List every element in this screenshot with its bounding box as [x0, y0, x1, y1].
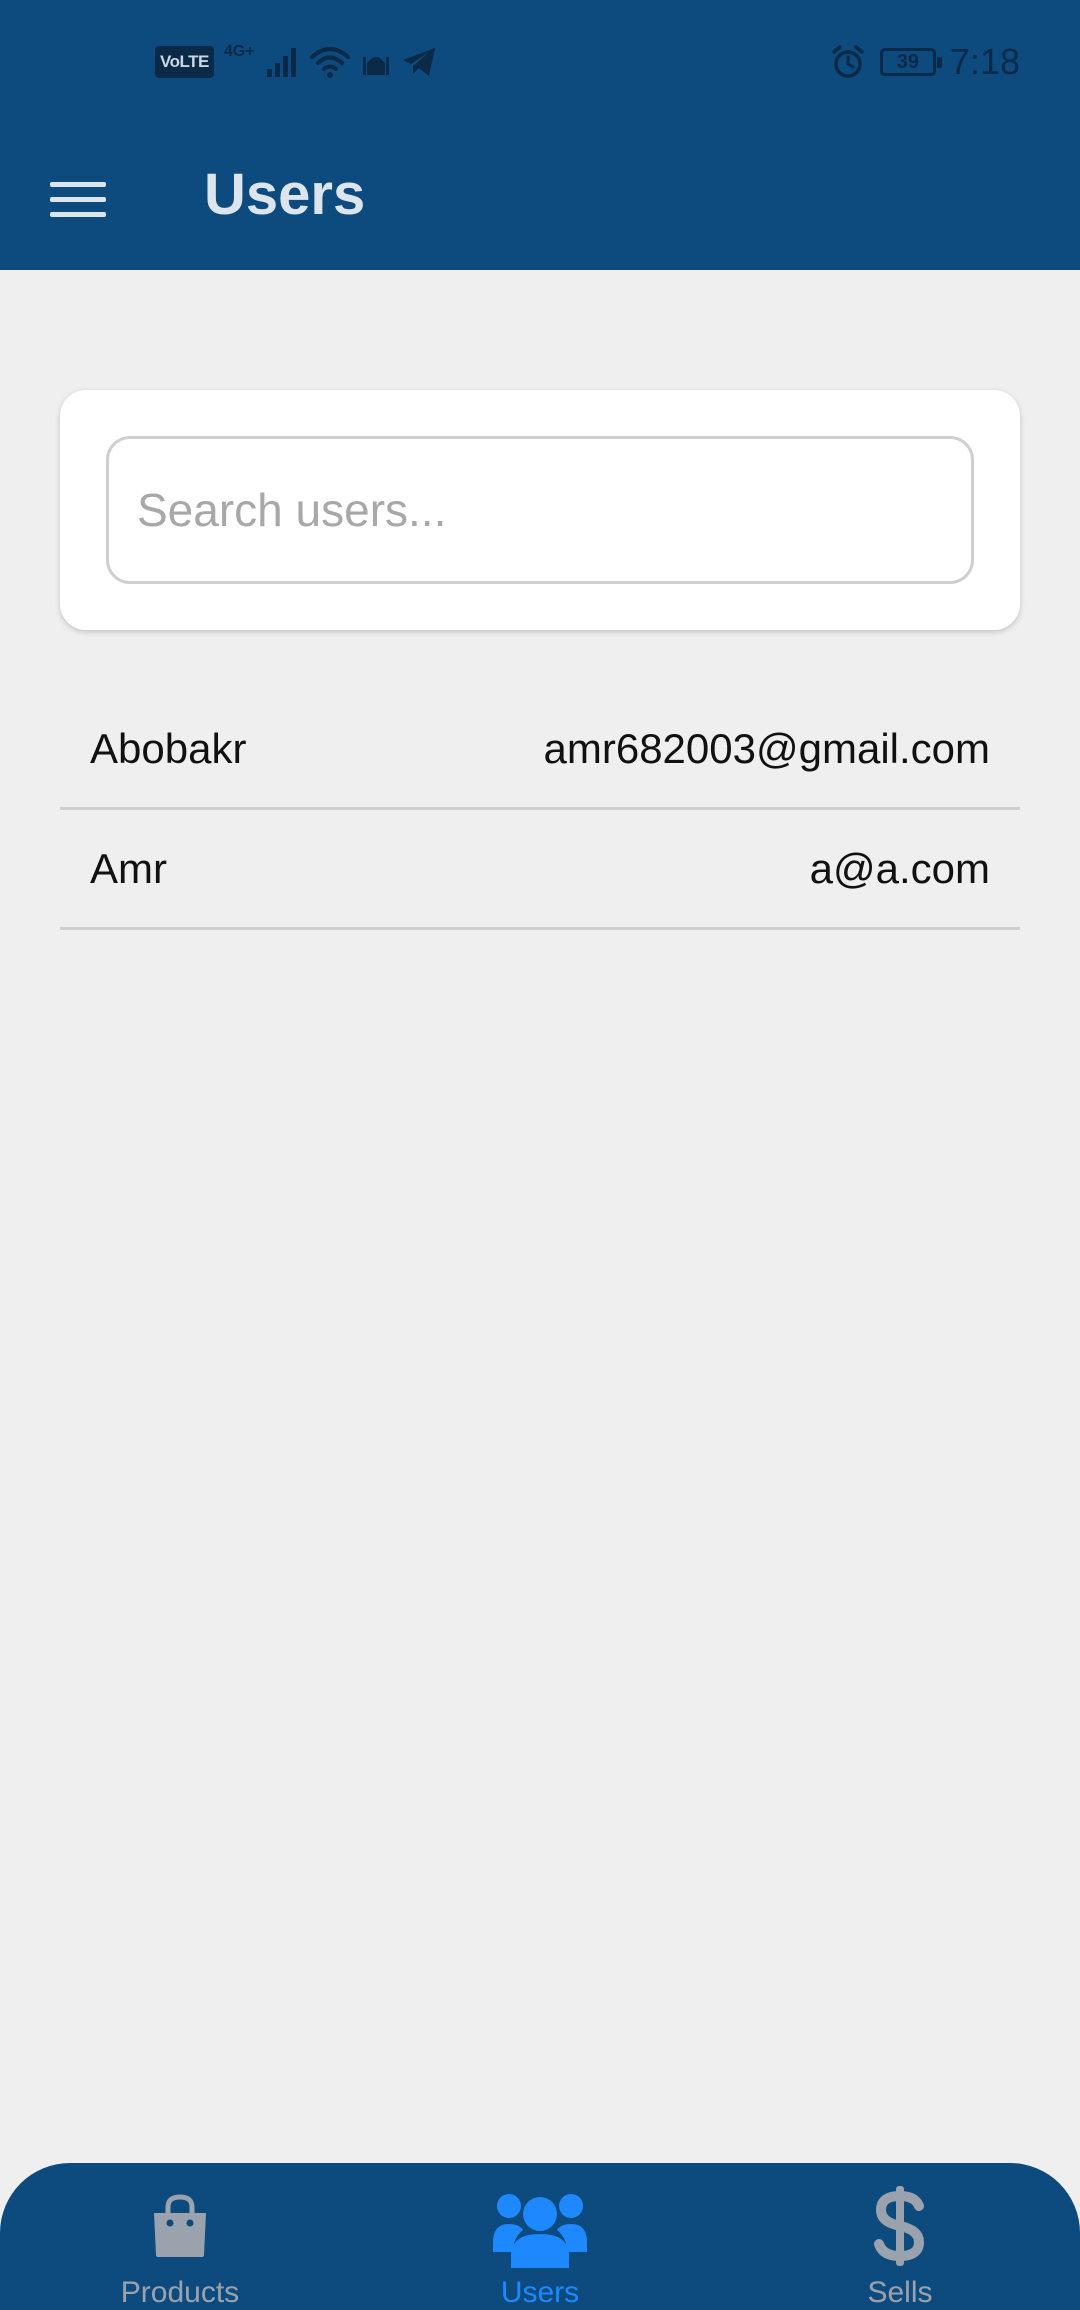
search-input[interactable] [106, 436, 974, 584]
top-bar: VoLTE 4G+ 39 7:18 Users [0, 0, 1080, 270]
signal-icon [266, 48, 296, 77]
nav-item-users[interactable]: Users [390, 2163, 690, 2310]
nav-label-products: Products [120, 2276, 240, 2309]
status-time: 7:18 [949, 41, 1020, 82]
battery-indicator: 39 [879, 48, 942, 76]
shopping-bag-icon [154, 2193, 206, 2257]
volte-badge: VoLTE [155, 46, 214, 78]
status-bar: VoLTE 4G+ 39 7:18 [0, 0, 1080, 125]
list-item[interactable]: Amr a@a.com [60, 810, 1020, 930]
users-icon [493, 2193, 587, 2268]
screen: VoLTE 4G+ 39 7:18 Users Search users... … [0, 0, 1080, 2310]
status-left: VoLTE 4G+ [155, 40, 437, 84]
bottom-navigation: Products Users Sells [0, 2163, 1080, 2310]
hamburger-menu-icon [50, 182, 106, 217]
telegram-icon [402, 48, 435, 76]
network-type: 4G+ [223, 43, 255, 60]
nav-item-products[interactable]: Products [30, 2163, 330, 2310]
nav-label-sells: Sells [867, 2276, 933, 2309]
user-email: a@a.com [809, 844, 990, 892]
mosque-icon [362, 57, 389, 75]
menu-button[interactable] [38, 165, 118, 235]
list-item[interactable]: Abobakr amr682003@gmail.com [60, 690, 1020, 810]
nav-item-sells[interactable]: Sells [750, 2163, 1050, 2310]
status-right: 39 7:18 [830, 40, 1020, 84]
wifi-icon [309, 47, 350, 78]
page-title: Users [204, 162, 366, 227]
user-name: Amr [90, 844, 167, 892]
search-card [60, 390, 1020, 630]
user-list: Abobakr amr682003@gmail.com Amr a@a.com [60, 690, 1020, 930]
app-bar: Users [0, 125, 1080, 270]
user-name: Abobakr [90, 724, 247, 772]
alarm-icon [832, 45, 864, 78]
nav-label-users: Users [500, 2276, 580, 2309]
user-email: amr682003@gmail.com [543, 724, 991, 772]
dollar-icon [874, 2185, 925, 2266]
